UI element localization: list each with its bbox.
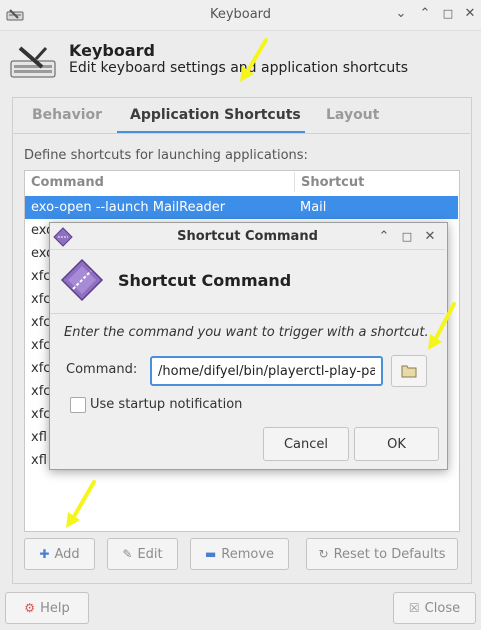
folder-icon: [401, 365, 417, 378]
remove-label: Remove: [221, 546, 275, 562]
row-command: xfl: [31, 453, 47, 468]
command-input[interactable]: [150, 356, 383, 386]
annotation-arrow-icon: [240, 38, 268, 82]
add-button[interactable]: ✚ Add: [24, 538, 95, 570]
keyboard-settings-icon: [10, 46, 56, 78]
minimize-icon[interactable]: ⌄: [393, 6, 409, 22]
reset-to-defaults-button[interactable]: ↻ Reset to Defaults: [306, 538, 458, 570]
restore-icon[interactable]: □: [440, 6, 456, 22]
active-tab-indicator: [117, 131, 305, 133]
dialog-maximize-icon[interactable]: □: [399, 229, 415, 245]
edit-button[interactable]: ✎ Edit: [107, 538, 178, 570]
dialog-close-icon[interactable]: ✕: [422, 229, 438, 245]
plus-icon: ✚: [39, 547, 50, 561]
cancel-label: Cancel: [283, 436, 329, 452]
annotation-arrow-icon: [66, 480, 96, 528]
dialog-divider: [50, 313, 445, 314]
row-command: xfl: [31, 430, 47, 445]
reset-label: Reset to Defaults: [333, 546, 446, 562]
cancel-button[interactable]: Cancel: [263, 427, 349, 461]
help-icon: ⚙: [24, 601, 36, 615]
startup-notification-checkbox[interactable]: [70, 397, 86, 413]
edit-label: Edit: [137, 546, 163, 562]
add-label: Add: [54, 546, 80, 562]
column-header-shortcut[interactable]: Shortcut: [301, 175, 364, 190]
row-command: exo-open --launch MailReader: [31, 200, 226, 215]
table-row[interactable]: exo-open --launch MailReader Mail: [25, 196, 458, 219]
startup-notification-label[interactable]: Use startup notification: [90, 397, 242, 412]
column-separator: [294, 172, 295, 192]
ok-label: OK: [387, 436, 406, 452]
ok-button[interactable]: OK: [354, 427, 439, 461]
row-command: xfc: [31, 361, 51, 376]
close-button[interactable]: ☒ Close: [393, 592, 476, 624]
browse-button[interactable]: [391, 355, 427, 387]
edit-icon: ✎: [122, 547, 133, 561]
row-command: xfc: [31, 338, 51, 353]
tab-layout[interactable]: Layout: [326, 107, 379, 123]
close-icon: ☒: [408, 601, 420, 615]
tab-application-shortcuts[interactable]: Application Shortcuts: [130, 107, 301, 123]
dialog-heading: Shortcut Command: [118, 271, 292, 290]
close-label: Close: [424, 600, 461, 616]
command-label: Command:: [66, 362, 138, 377]
row-shortcut: Mail: [300, 200, 327, 215]
annotation-arrow-icon: [428, 302, 456, 350]
reset-icon: ↻: [318, 547, 329, 561]
tab-behavior[interactable]: Behavior: [32, 107, 102, 123]
row-command: xfc: [31, 407, 51, 422]
help-button[interactable]: ⚙ Help: [5, 592, 89, 624]
row-command: xfc: [31, 315, 51, 330]
dialog-prompt: Enter the command you want to trigger wi…: [64, 325, 429, 340]
close-icon[interactable]: ✕: [462, 6, 478, 22]
row-command: xfc: [31, 384, 51, 399]
remove-button[interactable]: ▬ Remove: [190, 538, 289, 570]
dialog-title-divider: [50, 249, 445, 250]
row-command: xfc: [31, 269, 51, 284]
dialog-minimize-icon[interactable]: ⌃: [376, 229, 392, 245]
header-title: Keyboard: [69, 41, 155, 60]
minus-icon: ▬: [204, 547, 217, 561]
help-label: Help: [40, 600, 70, 616]
shortcuts-description: Define shortcuts for launching applicati…: [24, 148, 308, 163]
shortcut-command-icon: [60, 258, 104, 302]
row-command: xfc: [31, 292, 51, 307]
maximize-icon[interactable]: ⌃: [417, 6, 433, 22]
column-header-command[interactable]: Command: [31, 175, 104, 190]
